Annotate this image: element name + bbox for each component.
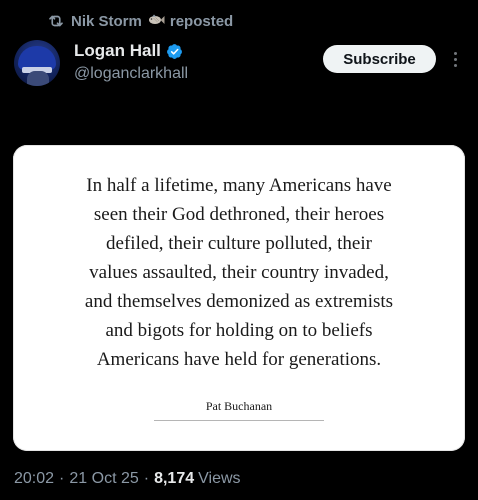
more-options-icon[interactable] (448, 48, 462, 70)
quote-line: seen their God dethroned, their heroes (93, 204, 385, 225)
quote-line: and themselves demonized as extremists (84, 291, 394, 312)
fish-icon (147, 13, 165, 29)
post-time[interactable]: 20:02 (14, 470, 54, 488)
repost-label: reposted (169, 12, 234, 30)
quote-line: Americans have held for generations. (96, 349, 382, 370)
views-count[interactable]: 8,174 (154, 470, 194, 488)
quote-line: In half a lifetime, many Americans have (86, 175, 392, 196)
attribution-divider (154, 420, 324, 421)
repost-user[interactable]: Nik Storm (71, 13, 142, 30)
quote-line: values assaulted, their country invaded, (89, 262, 389, 283)
avatar[interactable] (14, 40, 60, 86)
subscribe-button[interactable]: Subscribe (323, 45, 436, 73)
verified-badge-icon[interactable] (166, 43, 183, 60)
views-label: Views (198, 470, 241, 487)
post-date[interactable]: 21 Oct 25 (69, 470, 138, 488)
meta-separator: · (59, 470, 65, 487)
repost-icon (47, 12, 65, 30)
author-display-name[interactable]: Logan Hall (74, 41, 161, 61)
post-meta: 20:02 · 21 Oct 25 · 8,174 Views (14, 470, 241, 488)
post-image[interactable]: In half a lifetime, many Americans have … (13, 145, 465, 451)
quote-attribution: Pat Buchanan (205, 399, 273, 413)
meta-separator: · (143, 470, 150, 487)
repost-header: Nik Storm reposted (47, 11, 233, 31)
quote-line: and bigots for holding on to beliefs (105, 320, 373, 341)
quote-line: defiled, their culture polluted, their (106, 233, 372, 254)
author-handle[interactable]: @loganclarkhall (74, 65, 188, 83)
quote-text: In half a lifetime, many Americans have … (13, 171, 465, 374)
author-info: Logan Hall @loganclarkhall (74, 41, 188, 83)
